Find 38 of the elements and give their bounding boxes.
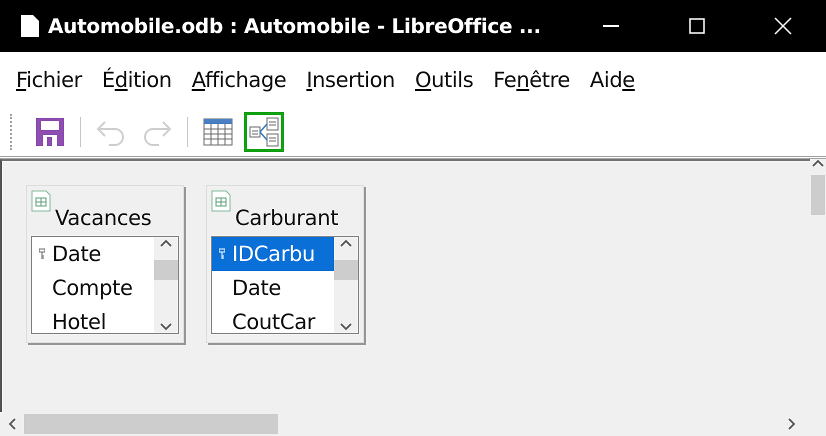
menu-item[interactable]: Outils [414,68,474,92]
field-item[interactable]: Date [212,271,334,305]
field-item[interactable]: Compte [32,271,154,305]
table-window[interactable]: Carburant IDCarbu Date CoutCar [206,185,364,343]
table-icon [202,116,234,148]
scroll-thumb[interactable] [334,260,358,280]
table-window[interactable]: Vacances Date Compte Hotel [26,185,184,343]
scroll-thumb[interactable] [811,175,825,215]
menu-item[interactable]: Aide [590,68,635,92]
menu-item[interactable]: Fenêtre [493,68,570,92]
field-item[interactable]: Hotel [32,305,154,333]
scroll-thumb[interactable] [24,414,278,434]
save-icon [34,116,66,148]
scroll-up-icon[interactable] [812,159,824,167]
scroll-thumb[interactable] [154,260,178,280]
close-icon[interactable] [774,17,792,35]
document-icon [20,14,40,38]
table-name: Carburant [235,206,338,230]
table-icon [211,190,231,212]
field-item[interactable]: CoutCar [212,305,334,333]
scroll-down-icon[interactable] [340,323,352,331]
table-name: Vacances [55,206,152,230]
relation-button[interactable] [244,112,284,152]
field-item[interactable]: IDCarbu [212,237,334,271]
window-title: Automobile.odb : Automobile - LibreOffice ... [48,14,541,38]
scroll-down-icon[interactable] [160,323,172,331]
scroll-left-icon[interactable] [8,418,16,430]
menu-item[interactable]: Insertion [306,68,395,92]
scroll-right-icon[interactable] [788,418,796,430]
menu-item[interactable]: Édition [102,68,172,92]
menu-item[interactable]: Fichier [16,68,82,92]
scroll-up-icon[interactable] [160,239,172,247]
menu-item[interactable]: Affichage [192,68,286,92]
maximize-icon[interactable] [689,18,705,34]
field-item[interactable]: Date [32,237,154,271]
scroll-up-icon[interactable] [340,239,352,247]
relations-icon [249,117,279,147]
table-icon [31,190,51,212]
